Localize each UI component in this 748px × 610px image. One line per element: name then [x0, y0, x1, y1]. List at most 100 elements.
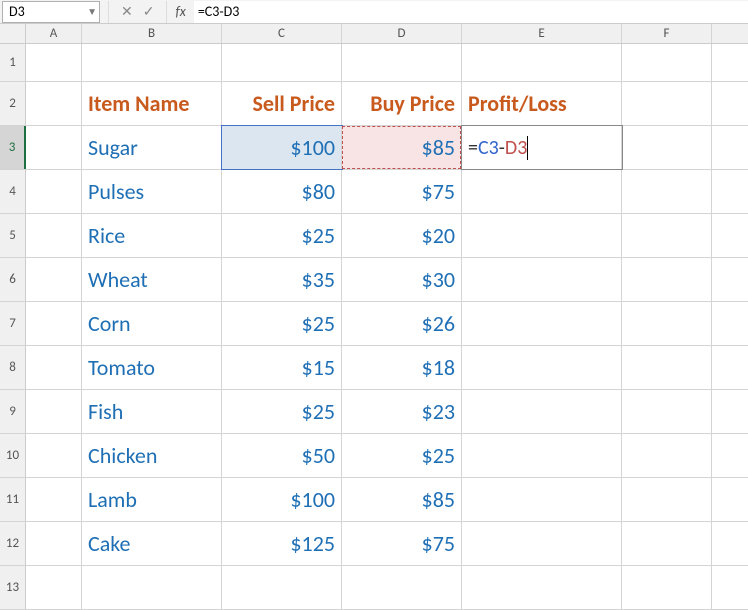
cell-C1[interactable] [222, 44, 342, 81]
cell-D11[interactable]: $85 [342, 478, 462, 521]
col-head-D[interactable]: D [342, 24, 462, 43]
cell-B8[interactable]: Tomato [82, 346, 222, 389]
cell-F13[interactable] [622, 566, 712, 609]
cell-F1[interactable] [622, 44, 712, 81]
name-box[interactable]: D3 ▼ [2, 1, 100, 23]
col-head-C[interactable]: C [222, 24, 342, 43]
cell-B10[interactable]: Chicken [82, 434, 222, 477]
cell-F9[interactable] [622, 390, 712, 433]
cell-E8[interactable] [462, 346, 622, 389]
cell-F2[interactable] [622, 82, 712, 125]
row-head-3[interactable]: 3 [0, 126, 26, 169]
cell-A4[interactable] [26, 170, 82, 213]
cell-A1[interactable] [26, 44, 82, 81]
cell-A6[interactable] [26, 258, 82, 301]
cell-E4[interactable] [462, 170, 622, 213]
fx-icon[interactable]: fx [167, 3, 193, 20]
cell-E9[interactable] [462, 390, 622, 433]
row-head-11[interactable]: 11 [0, 478, 26, 521]
cell-A11[interactable] [26, 478, 82, 521]
cell-D10[interactable]: $25 [342, 434, 462, 477]
cell-B6[interactable]: Wheat [82, 258, 222, 301]
cell-E1[interactable] [462, 44, 622, 81]
row-head-7[interactable]: 7 [0, 302, 26, 345]
cell-F8[interactable] [622, 346, 712, 389]
cell-F6[interactable] [622, 258, 712, 301]
cell-A9[interactable] [26, 390, 82, 433]
cell-F11[interactable] [622, 478, 712, 521]
cell-D9[interactable]: $23 [342, 390, 462, 433]
cell-B11[interactable]: Lamb [82, 478, 222, 521]
cell-A2[interactable] [26, 82, 82, 125]
cell-F7[interactable] [622, 302, 712, 345]
cell-C13[interactable] [222, 566, 342, 609]
name-box-dropdown-icon[interactable]: ▼ [87, 5, 97, 18]
cell-B7[interactable]: Corn [82, 302, 222, 345]
row-head-2[interactable]: 2 [0, 82, 26, 125]
cell-F10[interactable] [622, 434, 712, 477]
cell-B3[interactable]: Sugar [82, 126, 222, 169]
cell-D12[interactable]: $75 [342, 522, 462, 565]
cell-D3[interactable]: $85 [342, 126, 462, 169]
cell-B12[interactable]: Cake [82, 522, 222, 565]
cell-E2[interactable]: Profit/Loss [462, 82, 622, 125]
col-head-B[interactable]: B [82, 24, 222, 43]
row-head-13[interactable]: 13 [0, 566, 26, 609]
cell-A7[interactable] [26, 302, 82, 345]
cell-F4[interactable] [622, 170, 712, 213]
cell-E12[interactable] [462, 522, 622, 565]
cell-A12[interactable] [26, 522, 82, 565]
cell-E3-editing[interactable]: =C3-D3 [462, 126, 622, 169]
cell-E10[interactable] [462, 434, 622, 477]
cell-E5[interactable] [462, 214, 622, 257]
cell-F12[interactable] [622, 522, 712, 565]
col-head-F[interactable]: F [622, 24, 712, 43]
formula-bar-input[interactable]: =C3-D3 [194, 1, 748, 23]
cell-C11[interactable]: $100 [222, 478, 342, 521]
select-all-corner[interactable] [0, 24, 26, 43]
row-head-6[interactable]: 6 [0, 258, 26, 301]
cell-D7[interactable]: $26 [342, 302, 462, 345]
cell-E13[interactable] [462, 566, 622, 609]
cell-B9[interactable]: Fish [82, 390, 222, 433]
cell-E11[interactable] [462, 478, 622, 521]
spreadsheet-grid[interactable]: A B C D E F 1 2 Item Name Sell Price Buy… [0, 24, 748, 610]
row-head-5[interactable]: 5 [0, 214, 26, 257]
cell-C2[interactable]: Sell Price [222, 82, 342, 125]
cell-D1[interactable] [342, 44, 462, 81]
cell-A8[interactable] [26, 346, 82, 389]
row-head-4[interactable]: 4 [0, 170, 26, 213]
cell-B2[interactable]: Item Name [82, 82, 222, 125]
cell-D8[interactable]: $18 [342, 346, 462, 389]
col-head-A[interactable]: A [26, 24, 82, 43]
cell-E7[interactable] [462, 302, 622, 345]
cell-E6[interactable] [462, 258, 622, 301]
cell-D4[interactable]: $75 [342, 170, 462, 213]
cell-C4[interactable]: $80 [222, 170, 342, 213]
row-head-8[interactable]: 8 [0, 346, 26, 389]
cell-C10[interactable]: $50 [222, 434, 342, 477]
cell-D2[interactable]: Buy Price [342, 82, 462, 125]
cell-C7[interactable]: $25 [222, 302, 342, 345]
cell-C12[interactable]: $125 [222, 522, 342, 565]
cell-C8[interactable]: $15 [222, 346, 342, 389]
row-head-1[interactable]: 1 [0, 44, 26, 81]
cell-B13[interactable] [82, 566, 222, 609]
col-head-E[interactable]: E [462, 24, 622, 43]
row-head-12[interactable]: 12 [0, 522, 26, 565]
cell-B1[interactable] [82, 44, 222, 81]
row-head-10[interactable]: 10 [0, 434, 26, 477]
cancel-icon[interactable]: ✕ [121, 3, 133, 20]
cell-C6[interactable]: $35 [222, 258, 342, 301]
row-head-9[interactable]: 9 [0, 390, 26, 433]
cell-A3[interactable] [26, 126, 82, 169]
cell-D6[interactable]: $30 [342, 258, 462, 301]
cell-A10[interactable] [26, 434, 82, 477]
cell-C5[interactable]: $25 [222, 214, 342, 257]
cell-A13[interactable] [26, 566, 82, 609]
cell-B5[interactable]: Rice [82, 214, 222, 257]
cell-F3[interactable] [622, 126, 712, 169]
cell-C9[interactable]: $25 [222, 390, 342, 433]
cell-D13[interactable] [342, 566, 462, 609]
cell-B4[interactable]: Pulses [82, 170, 222, 213]
